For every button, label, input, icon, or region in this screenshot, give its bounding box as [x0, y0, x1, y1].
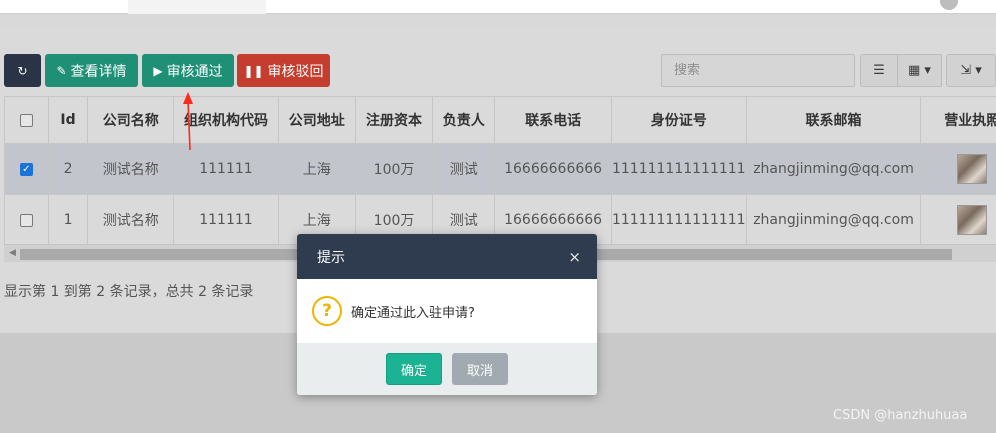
cancel-button[interactable]: 取消: [452, 353, 508, 385]
cell-id-card: 111111111111111: [610, 194, 747, 246]
user-avatar[interactable]: [940, 0, 958, 10]
export-icon: ⇲ ▾: [960, 63, 982, 78]
reject-button[interactable]: ❚❚ 审核驳回: [237, 54, 330, 87]
cell-id: 2: [47, 143, 89, 195]
scroll-left-icon[interactable]: ◀: [9, 248, 16, 258]
confirm-button[interactable]: 确定: [386, 353, 442, 385]
cell-license: [920, 194, 996, 246]
cell-license: [920, 143, 996, 195]
view-detail-label: 查看详情: [70, 63, 127, 80]
refresh-icon: ↻: [17, 63, 28, 78]
row-checkbox[interactable]: ✓: [19, 162, 33, 176]
row-select-cell[interactable]: ✓: [4, 143, 49, 195]
select-all-checkbox[interactable]: [19, 113, 33, 127]
dialog-footer: 确定 取消: [297, 343, 597, 395]
header-address[interactable]: 公司地址: [277, 96, 356, 144]
question-icon: ?: [312, 296, 342, 326]
header-owner[interactable]: 负责人: [432, 96, 496, 144]
table-row[interactable]: ✓ 2 测试名称 111111 上海 100万 测试 16666666666 1…: [4, 143, 996, 195]
pencil-icon: ✎: [56, 63, 67, 78]
header-capital[interactable]: 注册资本: [354, 96, 434, 144]
play-icon: ▶: [153, 63, 163, 78]
grid-icon: ▦ ▾: [908, 63, 931, 78]
columns-button[interactable]: ▦ ▾: [897, 54, 942, 87]
cell-email: zhangjinming@qq.com: [745, 194, 922, 246]
cell-id: 1: [47, 194, 89, 246]
header-email[interactable]: 联系邮箱: [745, 96, 922, 144]
license-thumbnail[interactable]: [957, 154, 988, 184]
approve-button[interactable]: ▶ 审核通过: [142, 54, 234, 87]
dialog-body: ? 确定通过此入驻申请?: [297, 279, 597, 343]
dialog-title: 提示: [317, 249, 345, 266]
cell-company-name: 测试名称: [87, 143, 175, 195]
header-id-card[interactable]: 身份证号: [610, 96, 747, 144]
approve-label: 审核通过: [166, 63, 223, 80]
select-all-cell[interactable]: [4, 96, 49, 144]
header-phone[interactable]: 联系电话: [494, 96, 612, 144]
top-tab[interactable]: [128, 0, 266, 14]
toggle-view-button[interactable]: ☰: [860, 54, 898, 87]
export-button[interactable]: ⇲ ▾: [946, 54, 996, 87]
close-icon[interactable]: ×: [568, 248, 581, 266]
reject-label: 审核驳回: [267, 63, 324, 80]
refresh-button[interactable]: ↻: [4, 54, 41, 87]
dialog-message: 确定通过此入驻申请?: [351, 305, 475, 321]
pagination-summary: 显示第 1 到第 2 条记录，总共 2 条记录: [4, 284, 254, 300]
cell-capital: 100万: [354, 143, 434, 195]
row-checkbox[interactable]: [19, 213, 33, 227]
cell-id-card: 111111111111111: [610, 143, 747, 195]
header-company-name[interactable]: 公司名称: [87, 96, 175, 144]
row-select-cell[interactable]: [4, 194, 49, 246]
list-icon: ☰: [873, 63, 885, 78]
license-thumbnail[interactable]: [957, 205, 988, 235]
table-header-row: Id 公司名称 组织机构代码 公司地址 注册资本 负责人 联系电话 身份证号 联…: [4, 96, 996, 144]
confirm-dialog: 提示 × ? 确定通过此入驻申请? 确定 取消: [297, 234, 597, 395]
cell-address: 上海: [277, 143, 356, 195]
view-detail-button[interactable]: ✎ 查看详情: [45, 54, 138, 87]
cell-company-name: 测试名称: [87, 194, 175, 246]
annotation-arrow-icon: [183, 92, 193, 151]
search-input[interactable]: 搜索: [661, 54, 855, 87]
cell-phone: 16666666666: [494, 143, 612, 195]
company-table: Id 公司名称 组织机构代码 公司地址 注册资本 负责人 联系电话 身份证号 联…: [4, 96, 996, 246]
cell-owner: 测试: [432, 143, 496, 195]
watermark: CSDN @hanzhuhuaa: [833, 408, 968, 423]
header-license[interactable]: 营业执照: [920, 96, 996, 144]
top-bar: [0, 0, 996, 14]
cell-org-code: 111111: [173, 194, 279, 246]
cell-email: zhangjinming@qq.com: [745, 143, 922, 195]
dialog-header: 提示 ×: [297, 234, 597, 279]
header-id[interactable]: Id: [47, 96, 89, 144]
pause-icon: ❚❚: [243, 63, 264, 78]
